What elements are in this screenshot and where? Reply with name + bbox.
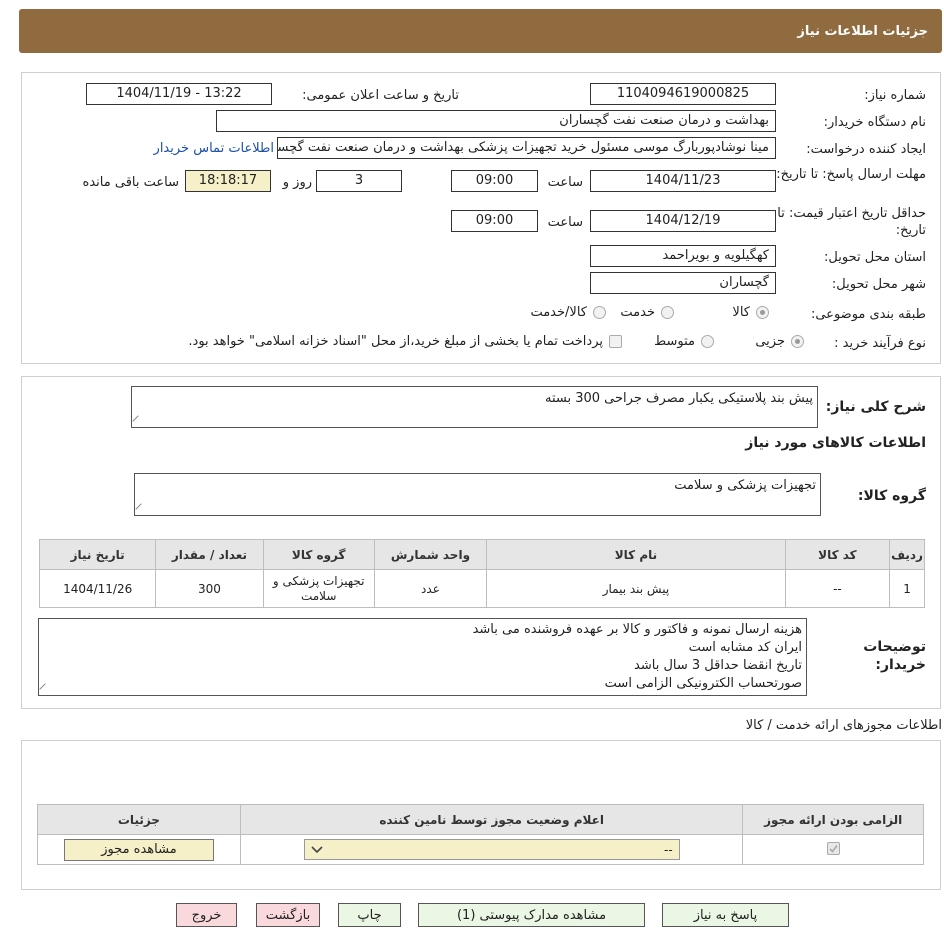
buyer-note-line: هزینه ارسال نمونه و فاکتور و کالا بر عهد… [472,622,802,637]
cell-permit-details: مشاهده مجوز [37,834,241,865]
permit-status-select[interactable]: -- [303,839,680,860]
buyer-note-line: تاریخ انقضا حداقل 3 سال باشد [634,658,802,673]
need-number-field: 1104094619000825 [590,83,776,105]
summary-textarea[interactable]: پیش بند پلاستیکی یکبار مصرف جراحی 300 بس… [131,386,818,428]
goods-info-title: اطلاعات کالاهای مورد نیاز [745,435,926,451]
col-item-name: نام کالا [486,539,786,570]
buyer-contact-link[interactable]: اطلاعات تماس خریدار [154,141,274,156]
col-row-number: ردیف [889,539,925,570]
resize-grip-icon[interactable] [132,415,144,427]
remaining-label: ساعت باقی مانده [82,175,179,190]
category-option-goods-service[interactable]: کالا/خدمت [530,305,606,320]
print-button[interactable]: چاپ [338,903,401,927]
back-button[interactable]: بازگشت [256,903,320,927]
cell-permit-status: -- [239,834,744,865]
col-permit-required: الزامی بودن ارائه مجوز [742,804,924,835]
page-title: جزئیات اطلاعات نیاز [797,23,928,39]
col-unit: واحد شمارش [373,539,488,570]
deadline-time-field: 09:00 [451,170,538,192]
process-option-minor[interactable]: جزیی [755,334,804,349]
resize-grip-icon[interactable] [135,503,147,515]
cell-permit-required [742,834,924,865]
chevron-down-icon [311,845,323,853]
col-permit-status: اعلام وضعیت مجوز توسط نامین کننده [239,804,744,835]
province-field: کهگیلویه و بویراحمد [590,245,776,267]
deadline-time-label: ساعت [547,175,583,190]
buyer-notes-label: توضیحات خریدار: [863,639,926,673]
province-label: استان محل تحویل: [824,250,926,265]
reply-button[interactable]: پاسخ به نیاز [662,903,789,927]
category-label: طبقه بندی موضوعی: [810,307,926,322]
category-service-radio-icon[interactable] [661,306,674,319]
cell-row-number: 1 [889,569,925,608]
cell-quantity: 300 [155,569,264,608]
page-header: جزئیات اطلاعات نیاز [19,9,942,53]
buyer-note-line: ایران کد مشابه است [688,640,802,655]
requester-field: مینا نوشادپوربارگ موسی مسئول خرید تجهیزا… [277,137,776,159]
goods-group-label: گروه کالا: [857,488,926,504]
city-field: گچساران [590,272,776,294]
city-label: شهر محل تحویل: [831,277,926,292]
price-validity-date-field: 1404/12/19 [590,210,776,232]
cell-goods-group: تجهیزات پزشکی و سلامت [262,569,375,608]
summary-text: پیش بند پلاستیکی یکبار مصرف جراحی 300 بس… [544,391,813,406]
permits-table-header: الزامی بودن ارائه مجوز اعلام وضعیت مجوز … [37,804,924,835]
permit-status-value: -- [663,842,673,857]
announce-field: 1404/11/19 - 13:22 [86,83,272,105]
days-field: 3 [316,170,402,192]
permits-table: الزامی بودن ارائه مجوز اعلام وضعیت مجوز … [37,804,924,865]
price-validity-time-field: 09:00 [451,210,538,232]
deadline-label: مهلت ارسال پاسخ: تا تاریخ: [776,167,926,182]
process-medium-radio-icon[interactable] [701,335,714,348]
remaining-time-field: 18:18:17 [185,170,271,192]
cell-need-date: 1404/11/26 [38,569,157,608]
announce-label: تاریخ و ساعت اعلان عمومی: [302,88,459,103]
goods-table: ردیف کد کالا نام کالا واحد شمارش گروه کا… [38,539,925,608]
cell-unit: عدد [373,569,488,608]
buyer-notes-textarea[interactable]: هزینه ارسال نمونه و فاکتور و کالا بر عهد… [38,618,807,696]
view-permit-button[interactable]: مشاهده مجوز [63,838,214,861]
permits-title: اطلاعات مجوزهای ارائه خدمت / کالا [745,718,942,733]
price-validity-label: حداقل تاریخ اعتبار قیمت: تا تاریخ: [777,206,926,238]
process-minor-radio-icon[interactable] [791,335,804,348]
category-goods-radio-icon[interactable] [756,306,769,319]
category-option-service[interactable]: خدمت [620,305,674,320]
buyer-org-label: نام دستگاه خریدار: [823,115,926,130]
need-number-label: شماره نیاز: [864,88,926,103]
category-goods-service-radio-icon[interactable] [593,306,606,319]
col-goods-group: گروه کالا [262,539,375,570]
requester-label: ایجاد کننده درخواست: [806,142,926,157]
days-label: روز و [282,175,312,190]
col-quantity: تعداد / مقدار [155,539,264,570]
table-row: -- مشاهده مجوز [37,834,924,865]
goods-group-textarea[interactable]: تجهیزات پزشکی و سلامت [134,473,821,516]
buyer-note-line: صورتحساب الکترونیکی الزامی است [604,676,802,691]
price-validity-time-label: ساعت [547,215,583,230]
treasury-checkbox-icon[interactable] [609,335,622,348]
cell-item-code: -- [784,569,891,608]
process-option-medium[interactable]: متوسط [654,334,714,349]
view-attachments-button[interactable]: مشاهده مدارک پیوستی (1) [418,903,645,927]
treasury-payment-option[interactable]: پرداخت تمام یا بخشی از مبلغ خرید،از محل … [188,334,622,349]
goods-group-text: تجهیزات پزشکی و سلامت [674,478,816,493]
process-label: نوع فرآیند خرید : [834,336,926,351]
category-option-goods[interactable]: کالا [732,305,769,320]
summary-label: شرح کلی نیاز: [825,399,926,415]
buyer-org-field: بهداشت و درمان صنعت نفت گچساران [216,110,776,132]
col-item-code: کد کالا [784,539,891,570]
table-row: 1 -- پیش بند بیمار عدد تجهیزات پزشکی و س… [38,569,925,608]
col-need-date: تاریخ نیاز [38,539,157,570]
deadline-date-field: 1404/11/23 [590,170,776,192]
col-permit-details: جزئیات [37,804,241,835]
exit-button[interactable]: خروج [176,903,237,927]
permit-required-checkbox-icon [826,841,840,855]
goods-table-header: ردیف کد کالا نام کالا واحد شمارش گروه کا… [38,539,925,570]
cell-item-name: پیش بند بیمار [486,569,786,608]
